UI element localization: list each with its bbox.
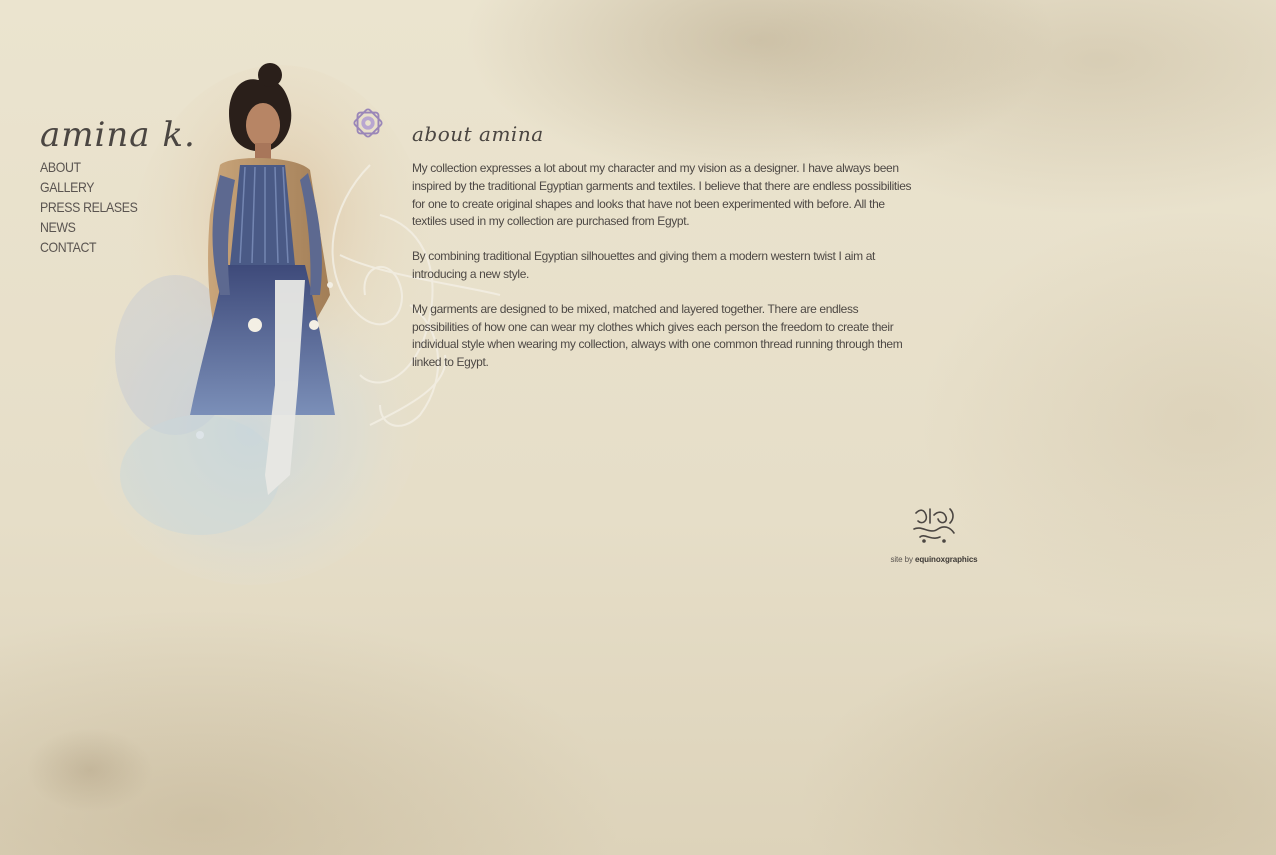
nav-item-about[interactable]: ABOUT [40,158,137,178]
page-title: about amina [412,122,544,146]
rosette-ornament-icon [349,104,387,142]
about-paragraph: My garments are designed to be mixed, ma… [412,301,903,370]
nav-item-press-releases[interactable]: PRESS RELASES [40,198,138,218]
nav-item-contact[interactable]: CONTACT [40,238,137,258]
site-credit-prefix: site by [890,555,913,564]
about-paragraph: My collection expresses a lot about my c… [412,161,912,229]
site-credit-link[interactable]: equinoxgraphics [915,555,978,564]
footer-credit: site by equinoxgraphics [884,505,984,564]
site-credit: site by equinoxgraphics [884,555,984,564]
arabic-calligraphy-icon [913,508,955,543]
about-paragraph: By combining traditional Egyptian silhou… [412,249,876,281]
nav-item-news[interactable]: NEWS [40,218,137,238]
nav-item-gallery[interactable]: GALLERY [40,178,137,198]
site-logo[interactable]: amina k. [40,118,196,152]
main-nav: ABOUT GALLERY PRESS RELASES NEWS CONTACT [40,158,151,258]
about-text: My collection expresses a lot about my c… [412,160,912,389]
